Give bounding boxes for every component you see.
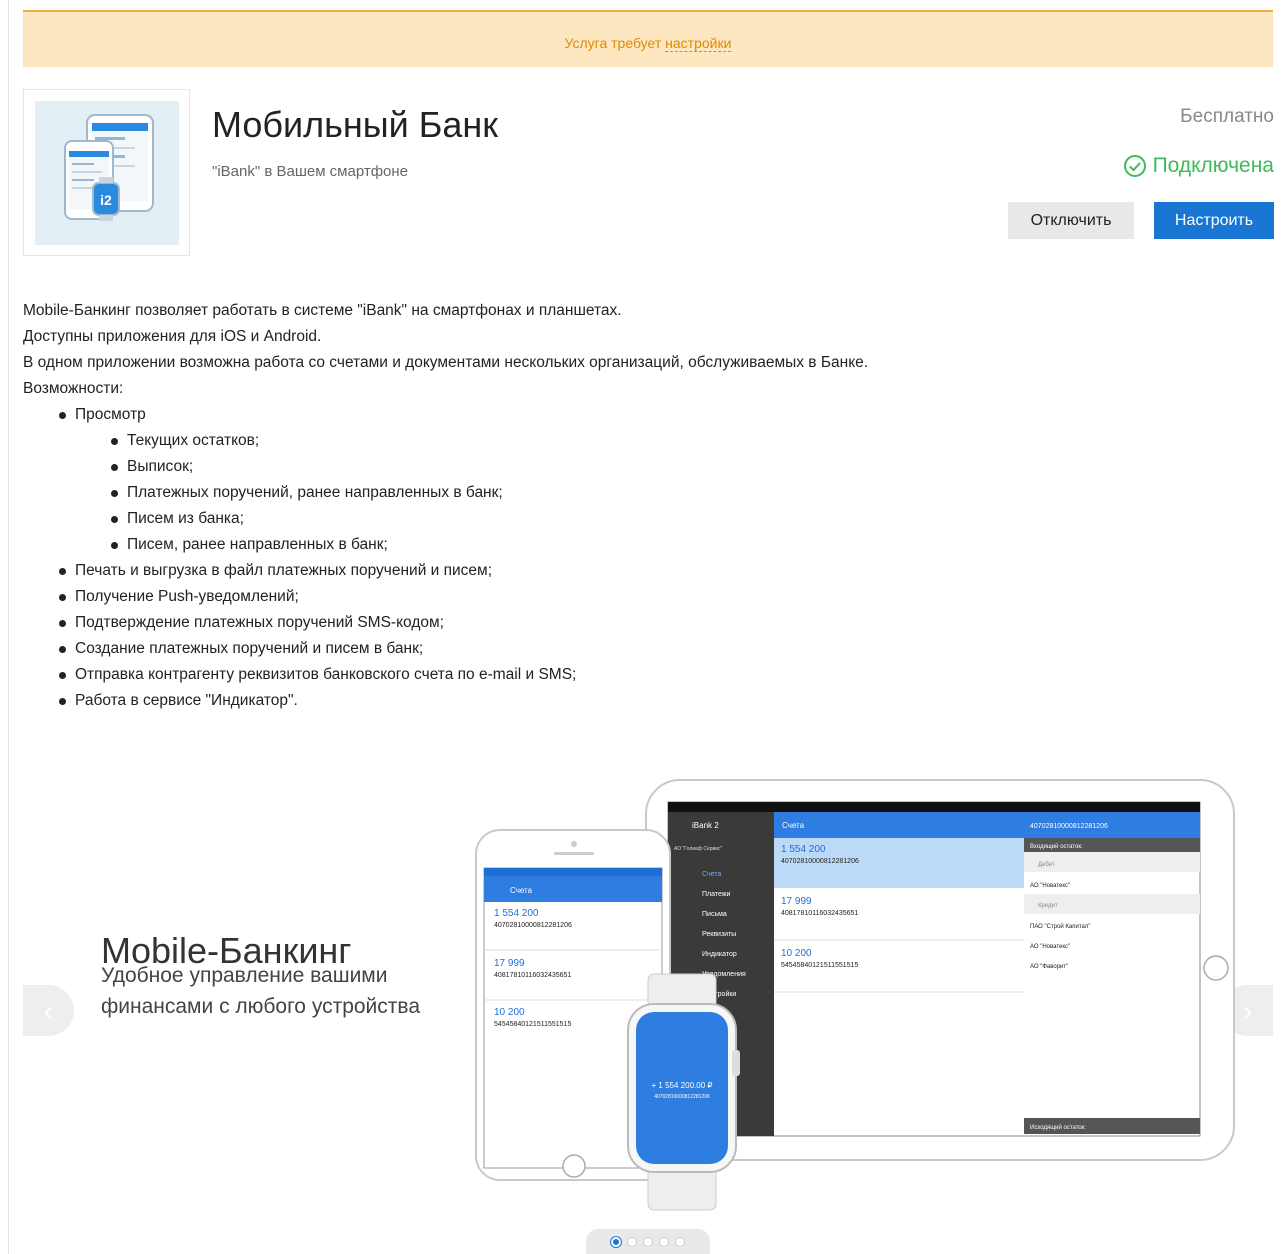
tablet-menu-item: Письма xyxy=(702,911,727,918)
slide-text: Удобное управление вашими финансами с лю… xyxy=(101,964,421,1018)
status-badge: Подключена xyxy=(1123,154,1274,178)
devices-illustration: iBank 2 АО "Голиаф Сервис" Счета Платежи… xyxy=(475,779,1235,1211)
phone-account-amount: 10 200 xyxy=(494,1007,525,1018)
view-sublist: Текущих остатков; Выписок; Платежных пор… xyxy=(75,428,868,558)
list-item: Просмотр Текущих остатков; Выписок; Плат… xyxy=(58,402,868,558)
tablet-account-amount: 10 200 xyxy=(781,948,812,959)
watch-amount: + 1 554 200.00 ₽ xyxy=(652,1081,713,1090)
phone-accounts-header: Счета xyxy=(510,886,533,895)
svg-text:i2: i2 xyxy=(100,192,112,208)
app-subtitle: "iBank" в Вашем смартфоне xyxy=(212,163,409,180)
description-line: Mobile-Банкинг позволяет работать в сист… xyxy=(23,302,622,319)
tablet-incoming: Входящий остаток: xyxy=(1030,843,1083,850)
list-item: Текущих остатков; xyxy=(110,428,868,454)
phone-account-number: 54545840121511551515 xyxy=(494,1021,571,1028)
tablet-account-number: 40702810000812281206 xyxy=(781,858,859,865)
settings-link[interactable]: настройки xyxy=(665,35,732,52)
tablet-menu-item: Индикатор xyxy=(702,951,737,958)
tablet-menu-item: Реквизиты xyxy=(702,931,736,938)
setup-required-banner: Услуга требует настройки xyxy=(23,10,1273,67)
devices-logo-icon: i2 xyxy=(64,114,154,221)
phone-account-amount: 17 999 xyxy=(494,958,525,969)
carousel-dot[interactable] xyxy=(675,1236,685,1247)
list-item: Платежных поручений, ранее направленных … xyxy=(110,480,868,506)
slide-devices-image: iBank 2 АО "Голиаф Сервис" Счета Платежи… xyxy=(470,778,1240,1223)
tablet-account-amount: 1 554 200 xyxy=(781,844,826,855)
list-item: Писем из банка; xyxy=(110,506,868,532)
tablet-debit: Дебет xyxy=(1038,862,1055,868)
tablet-account-amount: 17 999 xyxy=(781,896,812,907)
watch-account: 40702810000812281206 xyxy=(654,1094,710,1100)
carousel-dot[interactable] xyxy=(627,1236,637,1247)
tablet-account-number: 54545840121511551515 xyxy=(781,962,858,969)
view-heading: Просмотр xyxy=(75,406,146,423)
features-heading: Возможности: xyxy=(23,380,124,397)
carousel-dot[interactable] xyxy=(659,1236,669,1247)
tablet-counterparty: ПАО "Строй Капитал" xyxy=(1030,923,1091,930)
tablet-credit: Кредит xyxy=(1038,903,1058,909)
tablet-account-number: 40817810116032435651 xyxy=(781,910,858,917)
carousel-dot[interactable] xyxy=(643,1236,653,1247)
list-item: Получение Push-уведомлений; xyxy=(58,584,868,610)
configure-button[interactable]: Настроить xyxy=(1154,202,1274,239)
tablet-menu-item: Платежи xyxy=(702,891,730,898)
features-list: Просмотр Текущих остатков; Выписок; Плат… xyxy=(23,402,868,714)
carousel-prev-button[interactable]: ‹ xyxy=(23,985,74,1036)
phone-account-amount: 1 554 200 xyxy=(494,908,539,919)
tablet-counterparty: АО "Новатекс" xyxy=(1030,883,1070,889)
list-item: Создание платежных поручений и писем в б… xyxy=(58,636,868,662)
phone-account-number: 40817810116032435651 xyxy=(494,972,571,979)
tablet-detail-number: 40702810000812281206 xyxy=(1030,823,1108,830)
description-line: Доступны приложения для iOS и Android. xyxy=(23,328,322,345)
list-item: Подтверждение платежных поручений SMS-ко… xyxy=(58,610,868,636)
list-item: Писем, ранее направленных в банк; xyxy=(110,532,868,558)
status-text: Подключена xyxy=(1152,154,1274,177)
disable-button[interactable]: Отключить xyxy=(1008,202,1134,239)
price-label: Бесплатно xyxy=(1180,106,1274,127)
tablet-outgoing: Исходящий остаток: xyxy=(1030,1124,1086,1131)
tablet-counterparty: АО "Новатекс" xyxy=(1030,944,1070,950)
app-logo-image: i2 xyxy=(35,101,179,245)
carousel-pagination xyxy=(586,1229,710,1254)
list-item: Выписок; xyxy=(110,454,868,480)
list-item: Работа в сервисе "Индикатор". xyxy=(58,688,868,714)
tablet-accounts-header: Счета xyxy=(782,821,805,830)
tablet-org: АО "Голиаф Сервис" xyxy=(674,846,722,852)
carousel-dot[interactable] xyxy=(611,1236,621,1247)
tablet-menu-item: Счета xyxy=(702,871,721,878)
app-title: Мобильный Банк xyxy=(212,104,499,145)
banner-text: Услуга требует xyxy=(564,35,666,51)
description: Mobile-Банкинг позволяет работать в сист… xyxy=(23,298,868,714)
app-logo: i2 xyxy=(23,89,190,256)
description-line: В одном приложении возможна работа со сч… xyxy=(23,354,869,371)
list-item: Отправка контрагенту реквизитов банковск… xyxy=(58,662,868,688)
tablet-counterparty: АО "Фаворит" xyxy=(1030,964,1068,970)
tablet-app-name: iBank 2 xyxy=(692,821,719,830)
phone-account-number: 40702810000812281206 xyxy=(494,922,572,929)
list-item: Печать и выгрузка в файл платежных поруч… xyxy=(58,558,868,584)
check-circle-icon xyxy=(1123,155,1146,177)
